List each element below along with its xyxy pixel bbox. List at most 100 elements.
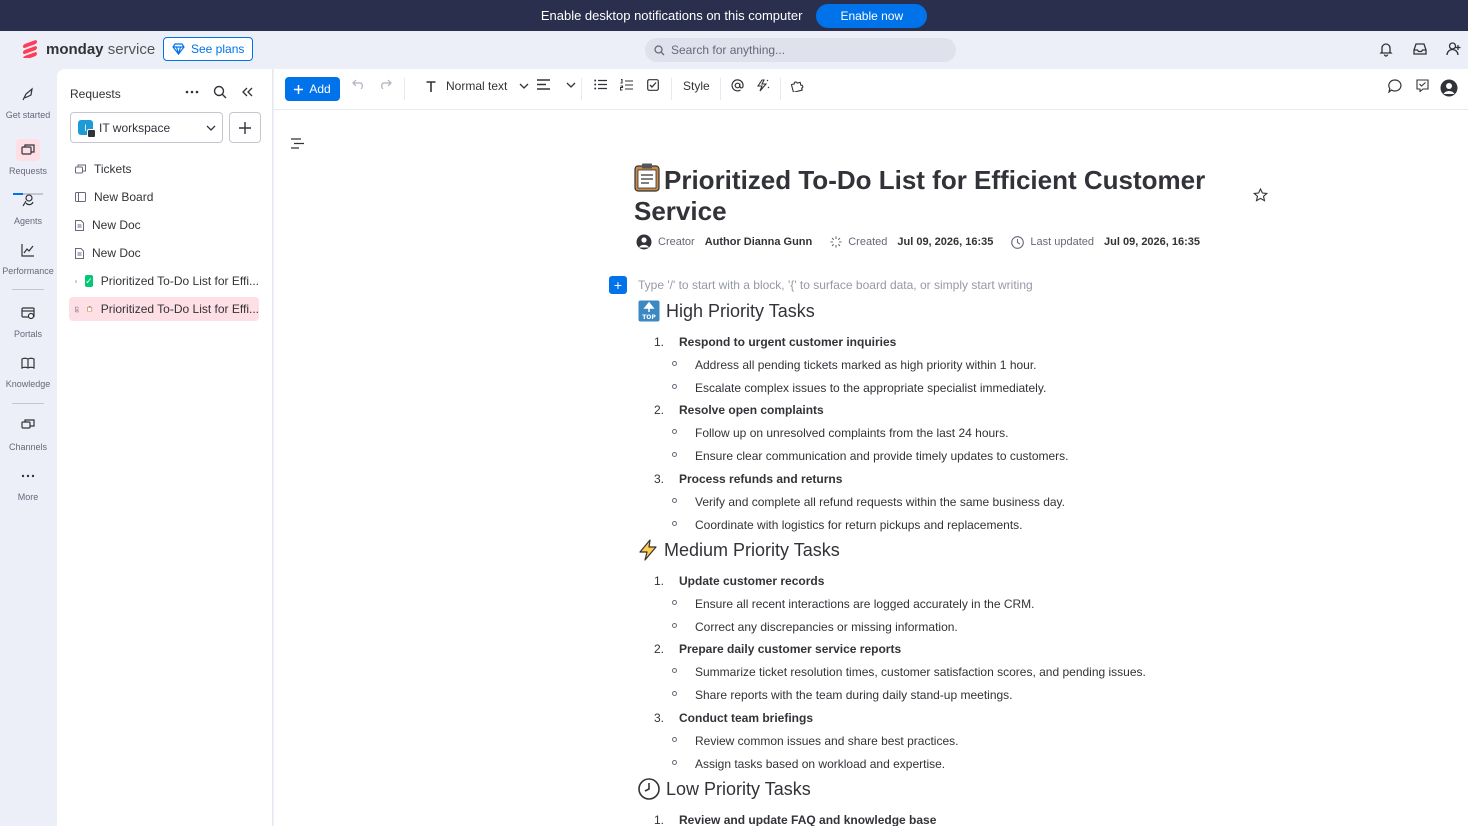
nav-item-new-board[interactable]: New Board: [69, 185, 259, 209]
style-button[interactable]: Style: [683, 79, 710, 93]
activity-button[interactable]: [1416, 79, 1429, 92]
enable-now-button[interactable]: Enable now: [816, 3, 928, 28]
subtask-item[interactable]: Summarize ticket resolution times, custo…: [695, 665, 1146, 679]
clock-icon: [1011, 235, 1025, 249]
subtask-item[interactable]: Correct any discrepancies or missing inf…: [695, 620, 958, 634]
rail-item-requests[interactable]: Requests: [0, 139, 56, 176]
rail-item-get-started[interactable]: Get started: [0, 83, 56, 120]
task-title[interactable]: Prepare daily customer service reports: [679, 642, 901, 656]
align-dropdown[interactable]: [537, 79, 576, 90]
section-heading-medium[interactable]: Medium Priority Tasks: [638, 539, 840, 561]
document-meta: Creator Author Dianna Gunn Created Jul 09,…: [636, 234, 1218, 250]
doc-workspace: Add Normal text Style Prioritized To-Do …: [274, 69, 1468, 826]
subtask-item[interactable]: Ensure clear communication and provide t…: [695, 449, 1069, 463]
more-options-icon[interactable]: [185, 90, 199, 94]
nav-item-todo-doc-1[interactable]: ✓ Prioritized To-Do List for Effi...: [69, 269, 259, 293]
document-title[interactable]: Prioritized To-Do List for Efficient Cus…: [634, 163, 1224, 227]
rail-item-knowledge[interactable]: Knowledge: [0, 352, 56, 389]
creator-info[interactable]: Creator Author Dianna Gunn: [636, 234, 812, 250]
bell-icon[interactable]: [1378, 41, 1394, 57]
task-title[interactable]: Resolve open complaints: [679, 403, 824, 417]
puzzle-icon: [791, 81, 804, 92]
rail-item-channels[interactable]: Channels: [0, 415, 56, 452]
banner-message: Enable desktop notifications on this com…: [540, 8, 803, 23]
nav-item-todo-doc-2[interactable]: Prioritized To-Do List for Effi...: [69, 297, 259, 321]
task-title[interactable]: Respond to urgent customer inquiries: [679, 335, 896, 349]
app-logo[interactable]: monday service: [22, 40, 155, 58]
toolbar-divider: [581, 78, 582, 100]
checklist-button[interactable]: [647, 79, 659, 91]
subtask-item[interactable]: Verify and complete all refund requests …: [695, 495, 1065, 509]
list-number: 3.: [654, 711, 665, 725]
rail-item-agents[interactable]: Agents: [0, 189, 56, 226]
task-title[interactable]: Review and update FAQ and knowledge base: [679, 813, 936, 826]
task-title[interactable]: Process refunds and returns: [679, 472, 842, 486]
collapse-panel-icon[interactable]: [241, 86, 253, 98]
comments-button[interactable]: [1388, 79, 1402, 93]
list-number: 1.: [654, 574, 665, 588]
rail-item-performance[interactable]: Performance: [0, 239, 56, 276]
list-number: 2.: [654, 403, 665, 417]
redo-button[interactable]: [378, 79, 392, 89]
align-left-icon: [537, 79, 550, 90]
bullet-icon: [672, 600, 677, 605]
more-icon: [16, 465, 40, 487]
subtask-item[interactable]: Address all pending tickets marked as hi…: [695, 358, 1037, 372]
subtask-item[interactable]: Ensure all recent interactions are logge…: [695, 597, 1035, 611]
subtask-item[interactable]: Assign tasks based on workload and exper…: [695, 757, 945, 771]
subtask-item[interactable]: Follow up on unresolved complaints from …: [695, 426, 1009, 440]
task-title[interactable]: Conduct team briefings: [679, 711, 813, 725]
apps-button[interactable]: [791, 79, 805, 92]
inbox-icon[interactable]: [1412, 41, 1428, 57]
search-icon[interactable]: [213, 85, 227, 99]
task-title[interactable]: Update customer records: [679, 574, 824, 588]
see-plans-button[interactable]: See plans: [163, 37, 254, 61]
bullet-list-icon: [594, 79, 607, 90]
workspace-dropdown[interactable]: I IT workspace: [70, 112, 223, 143]
workspace-name: IT workspace: [99, 120, 171, 135]
rail-item-portals[interactable]: Portals: [0, 302, 56, 339]
avatar-icon: [636, 234, 652, 250]
bullet-icon: [672, 498, 677, 503]
user-avatar[interactable]: [1440, 79, 1458, 97]
subtask-item[interactable]: Escalate complex issues to the appropria…: [695, 381, 1046, 395]
nav-item-new-doc-2[interactable]: New Doc: [69, 241, 259, 265]
clipboard-emoji-icon: [634, 163, 660, 192]
rail-label: Requests: [8, 166, 48, 176]
rail-label: Get started: [5, 110, 51, 120]
heading-text: High Priority Tasks: [666, 300, 815, 321]
panel-actions: [185, 85, 253, 99]
invite-member-icon[interactable]: [1446, 41, 1462, 57]
rail-label: Portals: [13, 329, 42, 339]
table-of-contents-icon[interactable]: [291, 138, 304, 149]
numbered-list-button[interactable]: [620, 79, 633, 91]
activity-icon: [1416, 79, 1429, 92]
doc-icon: [75, 247, 84, 259]
top-header: monday service See plans Search for anyt…: [0, 31, 1468, 69]
channels-icon: [16, 415, 40, 437]
star-icon[interactable]: [1253, 188, 1268, 202]
mention-button[interactable]: [731, 79, 744, 92]
rail-item-more[interactable]: More: [0, 465, 56, 502]
subtask-item[interactable]: Coordinate with logistics for return pic…: [695, 518, 1023, 532]
nav-item-tickets[interactable]: Tickets: [69, 157, 259, 181]
subtask-item[interactable]: Share reports with the team during daily…: [695, 688, 1013, 702]
created-date: Jul 09, 2026, 16:35: [897, 236, 994, 248]
add-item-button[interactable]: [229, 112, 261, 143]
ai-assist-button[interactable]: [756, 79, 770, 92]
add-block-button[interactable]: +: [609, 276, 627, 294]
section-heading-high[interactable]: TOP High Priority Tasks: [638, 300, 815, 322]
add-button[interactable]: Add: [285, 77, 340, 101]
global-search-input[interactable]: Search for anything...: [645, 38, 956, 62]
subtask-item[interactable]: Review common issues and share best prac…: [695, 734, 958, 748]
bullet-list-button[interactable]: [594, 79, 607, 90]
section-heading-low[interactable]: Low Priority Tasks: [638, 778, 811, 800]
text-style-dropdown[interactable]: Normal text: [426, 79, 529, 93]
undo-button[interactable]: [352, 79, 366, 89]
bullet-icon: [672, 691, 677, 696]
bullet-icon: [672, 760, 677, 765]
bullet-icon: [672, 384, 677, 389]
chevron-down-icon: [519, 83, 529, 89]
block-placeholder[interactable]: Type '/' to start with a block, '{' to s…: [638, 278, 1033, 292]
nav-item-new-doc[interactable]: New Doc: [69, 213, 259, 237]
